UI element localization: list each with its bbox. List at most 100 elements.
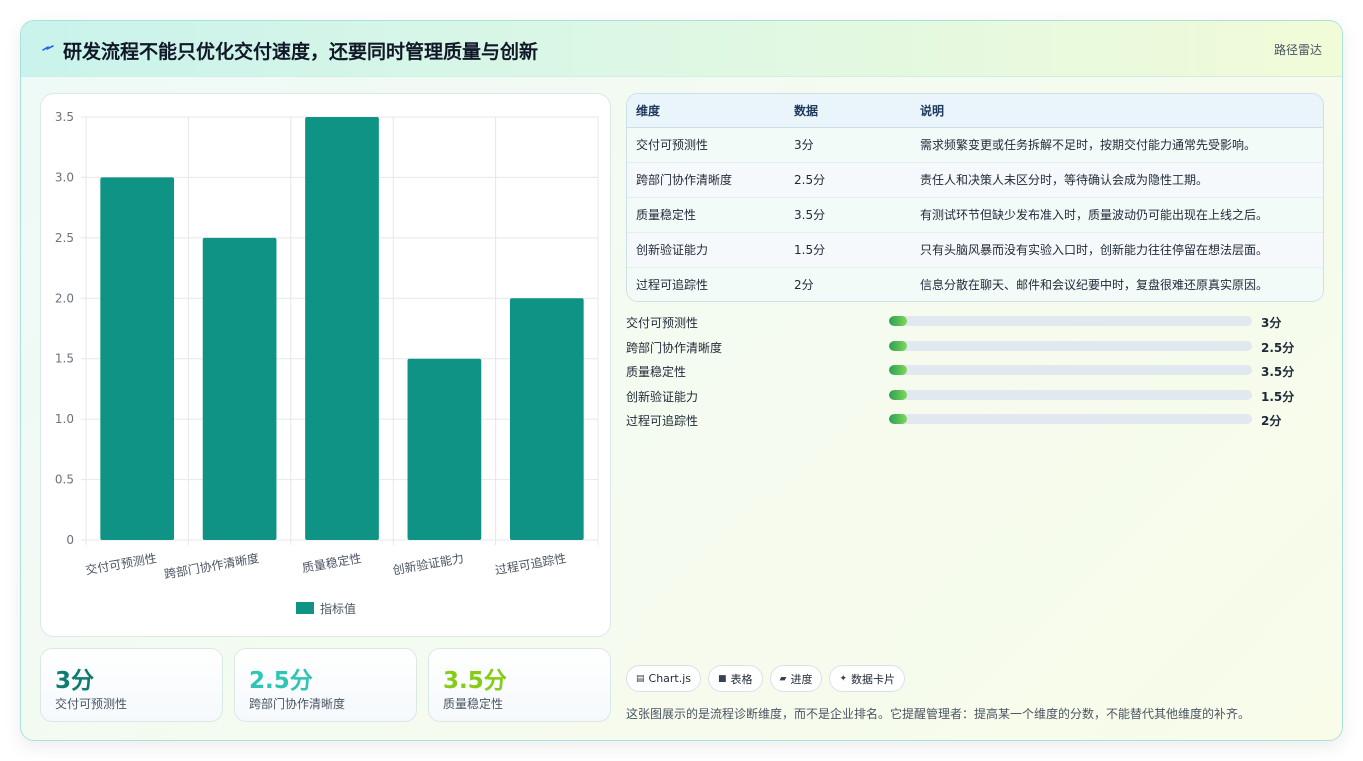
chart-icon: ▤	[636, 673, 645, 684]
table-header-row: 维度 数据 说明	[627, 94, 1323, 128]
progress-track	[889, 340, 1252, 351]
progress-value: 3.5分	[1261, 365, 1295, 379]
table-cell: 需求频繁变更或任务拆解不足时，按期交付能力通常先受影响。	[920, 138, 1257, 152]
header-bar: 研发流程不能只优化交付速度，还要同时管理质量与创新 路径雷达	[21, 21, 1342, 77]
kpi-value: 3.5分	[443, 668, 507, 694]
card-icon: ✦	[839, 673, 848, 684]
bar-chart-panel: 0 0.5 1.0 1.5 2.0 2.5 3.0 3.5 交付可预测性 跨部门协作清晰度 质量稳定…	[40, 93, 611, 637]
column-header: 维度	[627, 94, 794, 128]
column-header: 数据	[794, 94, 920, 128]
progress-track	[889, 316, 1252, 326]
chip-data-card[interactable]: ✦ 数据卡片	[829, 665, 906, 692]
progress-track	[889, 389, 1252, 400]
table-cell: 过程可追踪性	[636, 278, 709, 293]
progress-fill	[889, 414, 908, 424]
kpi-label: 质量稳定性	[443, 697, 504, 711]
bar	[407, 358, 482, 540]
chip-table[interactable]: ■ 表格	[708, 665, 763, 692]
bar	[509, 298, 584, 540]
kpi-card: 2.5分 跨部门协作清晰度	[234, 648, 417, 722]
chip-label: 数据卡片	[851, 672, 896, 686]
dashboard-card: 研发流程不能只优化交付速度，还要同时管理质量与创新 路径雷达 0 0.5 1.0 1.…	[20, 20, 1343, 741]
progress-value: 2分	[1261, 414, 1282, 428]
column-header: 说明	[920, 94, 1323, 128]
progress-fill	[889, 316, 908, 326]
kpi-value: 3分	[55, 668, 95, 694]
y-tick-label: 2.5	[55, 231, 74, 245]
progress-row: 交付可预测性 3分	[626, 313, 1324, 338]
table-cell: 责任人和决策人未区分时，等待确认会成为隐性工期。	[920, 173, 1209, 187]
bar	[100, 177, 175, 540]
chip-label: 进度	[790, 672, 813, 686]
kpi-card: 3分 交付可预测性	[40, 648, 223, 722]
progress-row: 跨部门协作清晰度 2.5分	[626, 338, 1324, 363]
table-row: 跨部门协作清晰度 2.5分 责任人和决策人未区分时，等待确认会成为隐性工期。	[627, 162, 1323, 197]
chip-progress[interactable]: ▰ 进度	[769, 665, 823, 692]
table-cell: 质量稳定性	[636, 208, 697, 222]
header-tag: 路径雷达	[1273, 43, 1322, 57]
progress-label: 跨部门协作清晰度	[626, 340, 723, 355]
table-cell: 只有头脑风暴而没有实验入口时，创新能力往往停留在想法层面。	[920, 243, 1269, 257]
legend-swatch	[296, 602, 314, 614]
progress-list: 交付可预测性 3分 跨部门协作清晰度 2.5分 质量稳定性 3.5分 创新验证能…	[626, 313, 1324, 436]
x-tick-label: 过程可追踪性	[494, 550, 568, 577]
legend-label: 指标值	[320, 601, 356, 616]
y-tick-label: 2.0	[55, 291, 74, 305]
chip-label: Chart.js	[648, 672, 692, 685]
progress-icon: ▰	[779, 673, 787, 684]
kpi-label: 交付可预测性	[55, 697, 128, 711]
lightning-icon	[42, 45, 54, 51]
progress-value: 1.5分	[1261, 389, 1295, 404]
table-cell: 信息分散在聊天、邮件和会议纪要中时，复盘很难还原真实原因。	[920, 278, 1269, 293]
y-tick-label: 0.5	[55, 473, 74, 487]
page-title: 研发流程不能只优化交付速度，还要同时管理质量与创新	[63, 41, 539, 63]
table-row: 质量稳定性 3.5分 有测试环节但缺少发布准入时，质量波动仍可能出现在上线之后。	[627, 197, 1323, 232]
progress-row: 过程可追踪性 2分	[626, 411, 1324, 436]
table-cell: 2.5分	[794, 173, 826, 187]
feature-chips: ▤ Chart.js ■ 表格 ▰ 进度 ✦ 数据卡片	[626, 665, 906, 693]
progress-value: 3分	[1261, 316, 1282, 330]
y-tick-label: 0	[66, 533, 74, 547]
progress-label: 交付可预测性	[626, 316, 699, 330]
progress-label: 创新验证能力	[626, 389, 699, 404]
kpi-label: 跨部门协作清晰度	[249, 697, 346, 711]
progress-row: 创新验证能力 1.5分	[626, 387, 1324, 412]
table-cell: 跨部门协作清晰度	[636, 173, 733, 187]
y-tick-label: 1.0	[55, 412, 74, 426]
table-cell: 交付可预测性	[636, 138, 709, 152]
kpi-value: 2.5分	[249, 668, 313, 694]
progress-label: 质量稳定性	[626, 365, 687, 379]
table-cell: 3.5分	[794, 208, 826, 222]
y-tick-label: 1.5	[55, 352, 74, 366]
x-tick-label: 交付可预测性	[84, 550, 158, 577]
y-tick-label: 3.5	[55, 110, 74, 124]
kpi-card: 3.5分 质量稳定性	[428, 648, 611, 722]
progress-label: 过程可追踪性	[626, 414, 699, 428]
bar	[202, 237, 277, 540]
progress-track	[889, 414, 1252, 424]
table-row: 过程可追踪性 2分 信息分散在聊天、邮件和会议纪要中时，复盘很难还原真实原因。	[627, 267, 1323, 301]
data-table-panel: 维度 数据 说明 交付可预测性 3分 需求频繁变更或任务拆解不足时，按期交付能力…	[626, 93, 1324, 302]
table-cell: 2分	[794, 278, 814, 293]
table-cell: 创新验证能力	[636, 243, 709, 257]
footnote: 这张图展示的是流程诊断维度，而不是企业排名。它提醒管理者：提高某一个维度的分数，…	[626, 707, 1251, 721]
bar-chart: 0 0.5 1.0 1.5 2.0 2.5 3.0 3.5 交付可预测性 跨部门协作清晰度 质量稳定…	[55, 110, 599, 616]
progress-fill	[889, 340, 908, 351]
table-icon: ■	[718, 673, 727, 684]
table-cell: 有测试环节但缺少发布准入时，质量波动仍可能出现在上线之后。	[920, 208, 1269, 222]
chip-label: 表格	[730, 672, 753, 686]
bar	[305, 117, 379, 540]
chip-chartjs[interactable]: ▤ Chart.js	[626, 665, 702, 692]
table-cell: 1.5分	[794, 243, 826, 257]
progress-fill	[889, 365, 908, 375]
data-table: 维度 数据 说明 交付可预测性 3分 需求频繁变更或任务拆解不足时，按期交付能力…	[627, 94, 1323, 301]
x-tick-label: 质量稳定性	[301, 550, 363, 575]
progress-track	[889, 365, 1252, 375]
progress-fill	[889, 389, 908, 400]
progress-row: 质量稳定性 3.5分	[626, 362, 1324, 387]
y-tick-label: 3.0	[55, 170, 74, 184]
table-row: 创新验证能力 1.5分 只有头脑风暴而没有实验入口时，创新能力往往停留在想法层面…	[627, 232, 1323, 267]
x-tick-label: 创新验证能力	[391, 550, 465, 577]
table-row: 交付可预测性 3分 需求频繁变更或任务拆解不足时，按期交付能力通常先受影响。	[627, 127, 1323, 162]
table-cell: 3分	[794, 138, 814, 152]
